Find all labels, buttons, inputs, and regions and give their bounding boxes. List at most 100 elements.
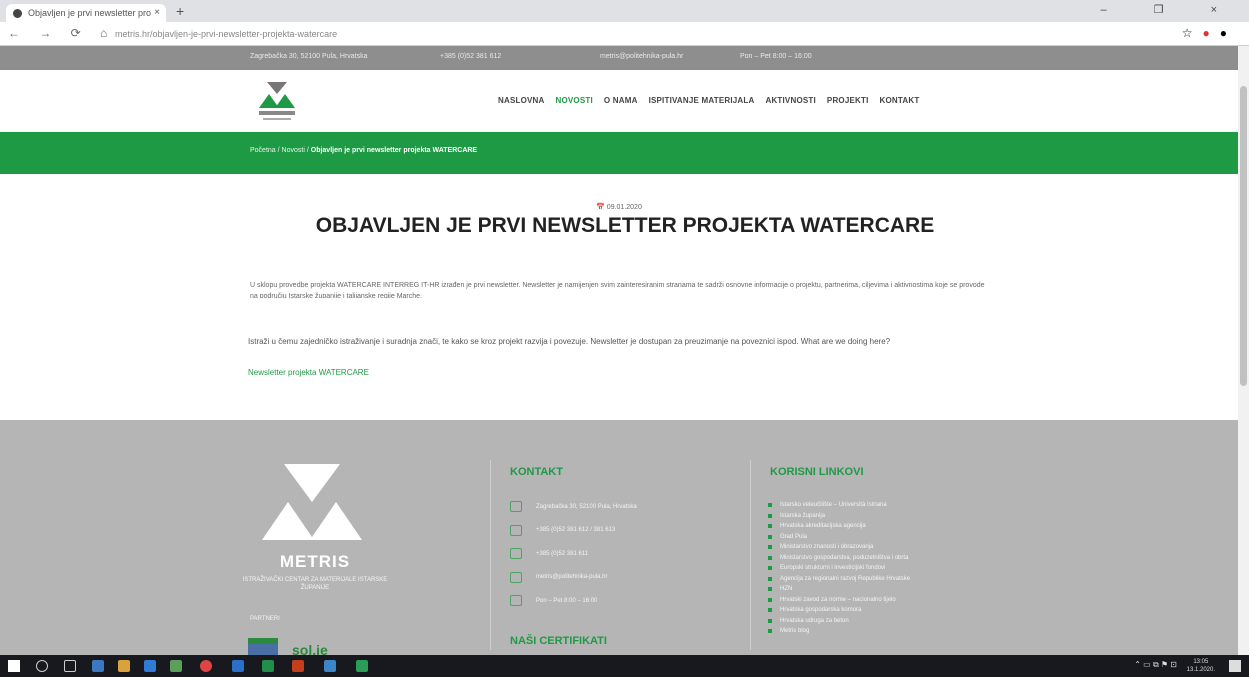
list-item[interactable]: Metris blog — [768, 626, 988, 637]
clock-date: 13.1.2020. — [1186, 667, 1215, 673]
scrollbar-thumb[interactable] — [1240, 86, 1247, 386]
site-footer: METRIS ISTRAŽIVAČKI CENTAR ZA MATERIJALE… — [0, 420, 1238, 655]
browser-tab[interactable]: Objavljen je prvi newsletter pro × — [6, 4, 166, 22]
certificates-heading: NAŠI CERTIFIKATI — [510, 635, 607, 647]
info-topbar: Zagrebačka 30, 52100 Pula, Hrvatska +385… — [0, 46, 1238, 70]
new-tab-button[interactable]: + — [176, 3, 184, 19]
metris-logo[interactable] — [253, 78, 301, 124]
list-item[interactable]: Europski strukturni i investicijski fond… — [768, 563, 988, 574]
taskbar-clock[interactable]: 13:05 13.1.2020. — [1187, 658, 1215, 674]
envelope-icon — [510, 571, 522, 583]
list-item[interactable]: Ministarstvo znanosti i obrazovanja — [768, 542, 988, 553]
topbar-hours: Pon – Pet 8:00 – 16:00 — [740, 53, 812, 60]
metris-footer-logo — [262, 464, 362, 540]
clock-icon — [510, 595, 522, 607]
app-icon[interactable] — [92, 660, 104, 672]
favicon-icon — [13, 9, 22, 18]
edge-icon[interactable] — [144, 660, 156, 672]
footer-divider — [490, 460, 491, 650]
list-item[interactable]: Hrvatski zavod za norme – nacionalno tij… — [768, 595, 988, 606]
star-icon[interactable]: ☆ — [1182, 26, 1203, 40]
app-icon[interactable] — [356, 660, 368, 672]
contact-row: Zagrebačka 30, 52100 Pula, Hrvatska — [510, 495, 710, 519]
outlook-icon[interactable] — [324, 660, 336, 672]
contact-row: metris@politehnika-pula.hr — [510, 566, 710, 590]
newsletter-link[interactable]: Newsletter projekta WATERCARE — [248, 368, 369, 377]
chrome-icon[interactable] — [200, 660, 212, 672]
powerpoint-icon[interactable] — [292, 660, 304, 672]
folder-icon[interactable] — [118, 660, 130, 672]
os-taskbar: ⌃ ▭ ⧉ ⚑ ⊡ 13:05 13.1.2020. — [0, 655, 1249, 677]
nav-item-ispitivanje-materijala[interactable]: ISPITIVANJE MATERIJALA — [649, 96, 755, 105]
phone-icon — [510, 524, 522, 536]
contact-row: Pon – Pet 8:00 – 16:00 — [510, 589, 710, 613]
partner-logo-icon[interactable] — [248, 638, 278, 655]
app-icon[interactable] — [170, 660, 182, 672]
browser-tab-strip: Objavljen je prvi newsletter pro × + – ❐… — [0, 0, 1249, 22]
word-icon[interactable] — [232, 660, 244, 672]
nav-item-novosti[interactable]: NOVOSTI — [556, 96, 593, 105]
breadcrumb-section[interactable]: Novosti — [282, 147, 305, 154]
nav-item-aktivnosti[interactable]: AKTIVNOSTI — [765, 96, 815, 105]
nav-item-o-nama[interactable]: O NAMA — [604, 96, 638, 105]
article-paragraph: Istraži u čemu zajedničko istraživanje i… — [248, 337, 891, 346]
topbar-email[interactable]: metris@politehnika-pula.hr — [600, 53, 683, 60]
excel-icon[interactable] — [262, 660, 274, 672]
contact-address: Zagrebačka 30, 52100 Pula, Hrvatska — [536, 503, 637, 510]
url-input[interactable]: metris.hr/objavljen-je-prvi-newsletter-p… — [105, 26, 1115, 42]
list-item[interactable]: Istarska županija — [768, 511, 988, 522]
contact-row: +385 (0)52 381 611 — [510, 542, 710, 566]
web-page: Zagrebačka 30, 52100 Pula, Hrvatska +385… — [0, 46, 1238, 655]
browser-nav-buttons[interactable]: ← → ⟳ ⌂ — [8, 26, 115, 40]
partner-logos: sol.ie — [248, 638, 328, 655]
render-gap — [0, 298, 1238, 328]
account-icon[interactable]: ● — [1220, 26, 1237, 40]
footer-brand: METRIS — [279, 552, 351, 571]
tab-close-icon[interactable]: × — [154, 7, 160, 18]
list-item[interactable]: Istarsko veleučilište – Università Istri… — [768, 500, 988, 511]
list-item[interactable]: Ministarstvo gospodarstva, poduzetništva… — [768, 553, 988, 564]
window-controls[interactable]: – ❐ × — [1100, 3, 1239, 16]
links-heading: KORISNI LINKOVI — [770, 466, 864, 478]
list-item[interactable]: HZN — [768, 584, 988, 595]
breadcrumb-current: Objavljen je prvi newsletter projekta WA… — [310, 147, 478, 154]
list-item[interactable]: Hrvatska udruga za beton — [768, 616, 988, 627]
contact-phone[interactable]: +385 (0)52 381 612 / 381 613 — [536, 527, 615, 533]
article-title: OBJAVLJEN JE PRVI NEWSLETTER PROJEKTA WA… — [315, 214, 935, 237]
contact-fax: +385 (0)52 381 611 — [536, 550, 589, 557]
footer-subtitle: ISTRAŽIVAČKI CENTAR ZA MATERIJALE ISTARS… — [242, 577, 388, 591]
task-view-icon[interactable] — [64, 660, 76, 672]
nav-item-naslovna[interactable]: NASLOVNA — [498, 96, 545, 105]
list-item[interactable]: Hrvatska akreditacijska agencija — [768, 521, 988, 532]
topbar-phone[interactable]: +385 (0)52 381 612 — [440, 53, 501, 60]
notification-icon[interactable] — [1229, 660, 1241, 672]
tab-title: Objavljen je prvi newsletter pro — [28, 8, 152, 18]
partner-logo-solie[interactable]: sol.ie — [292, 638, 328, 655]
extension-icons[interactable]: ☆●● — [1182, 26, 1237, 40]
partners-label: PARTNERI — [250, 616, 280, 622]
contact-email[interactable]: metris@politehnika-pula.hr — [536, 574, 607, 580]
breadcrumb-home[interactable]: Početna — [250, 147, 276, 154]
nav-item-projekti[interactable]: PROJEKTI — [827, 96, 869, 105]
contact-heading: KONTAKT — [510, 466, 563, 478]
list-item[interactable]: Hrvatska gospodarska komora — [768, 605, 988, 616]
breadcrumb-separator: / — [306, 147, 309, 154]
footer-divider — [750, 460, 751, 650]
contact-row: +385 (0)52 381 612 / 381 613 — [510, 519, 710, 543]
list-item[interactable]: Agencija za regionalni razvoj Republike … — [768, 574, 988, 585]
fax-icon — [510, 548, 522, 560]
windows-start-icon[interactable] — [8, 660, 20, 672]
search-icon[interactable] — [36, 660, 48, 672]
contact-hours: Pon – Pet 8:00 – 16:00 — [536, 597, 598, 604]
breadcrumb-separator: / — [277, 147, 280, 154]
clock-time: 13:05 — [1193, 659, 1209, 665]
page-scrollbar[interactable] — [1238, 46, 1249, 655]
address-bar: ← → ⟳ ⌂ metris.hr/objavljen-je-prvi-news… — [0, 22, 1249, 46]
system-tray-icons[interactable]: ⌃ ▭ ⧉ ⚑ ⊡ — [1134, 660, 1177, 670]
topbar-address: Zagrebačka 30, 52100 Pula, Hrvatska — [250, 53, 368, 60]
contact-list: Zagrebačka 30, 52100 Pula, Hrvatska +385… — [510, 495, 710, 613]
list-item[interactable]: Grad Pula — [768, 532, 988, 543]
opera-icon[interactable]: ● — [1203, 26, 1220, 40]
nav-item-kontakt[interactable]: KONTAKT — [880, 96, 920, 105]
site-header: NASLOVNA NOVOSTI O NAMA ISPITIVANJE MATE… — [0, 70, 1238, 132]
